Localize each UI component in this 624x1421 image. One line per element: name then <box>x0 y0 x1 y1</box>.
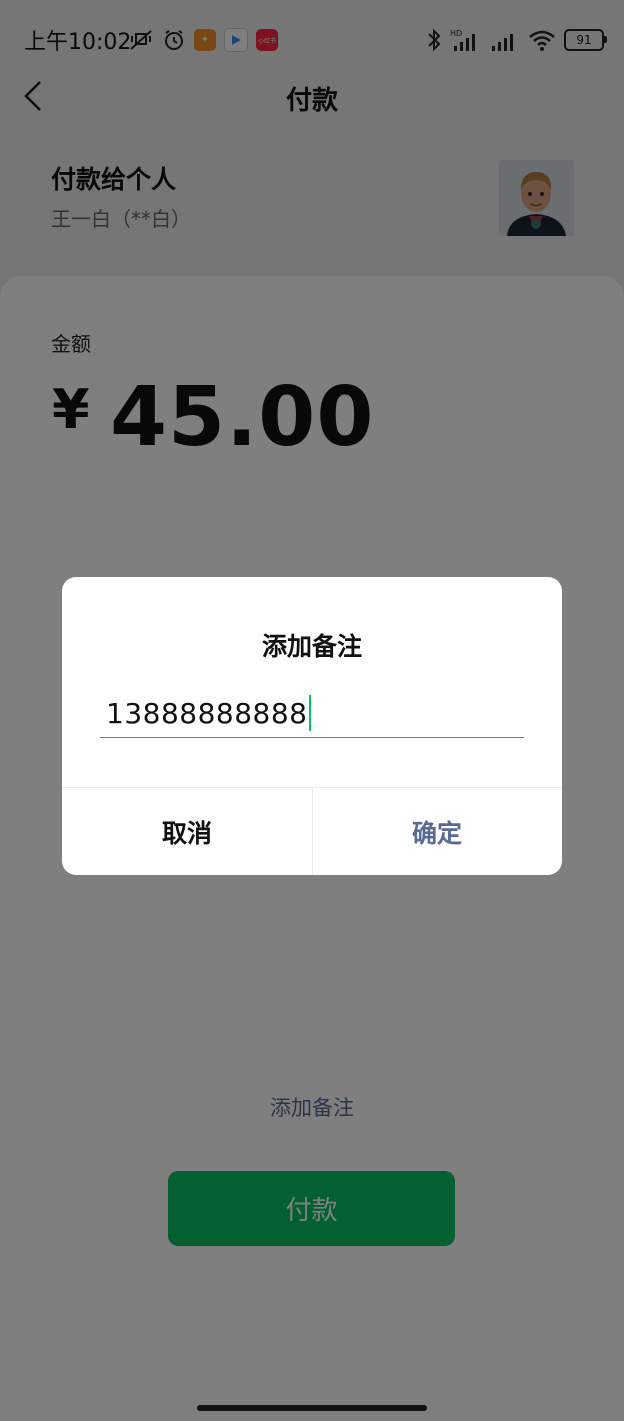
note-input-field[interactable]: 13888888888 <box>106 695 312 731</box>
text-caret <box>309 695 312 731</box>
add-note-dialog: 添加备注 13888888888 取消 确定 <box>62 577 562 875</box>
note-input-value: 13888888888 <box>106 696 308 730</box>
home-indicator[interactable] <box>197 1405 427 1411</box>
cancel-button[interactable]: 取消 <box>62 788 312 875</box>
confirm-button[interactable]: 确定 <box>312 788 562 875</box>
dialog-title: 添加备注 <box>261 632 362 661</box>
note-input[interactable]: 13888888888 <box>100 689 524 738</box>
